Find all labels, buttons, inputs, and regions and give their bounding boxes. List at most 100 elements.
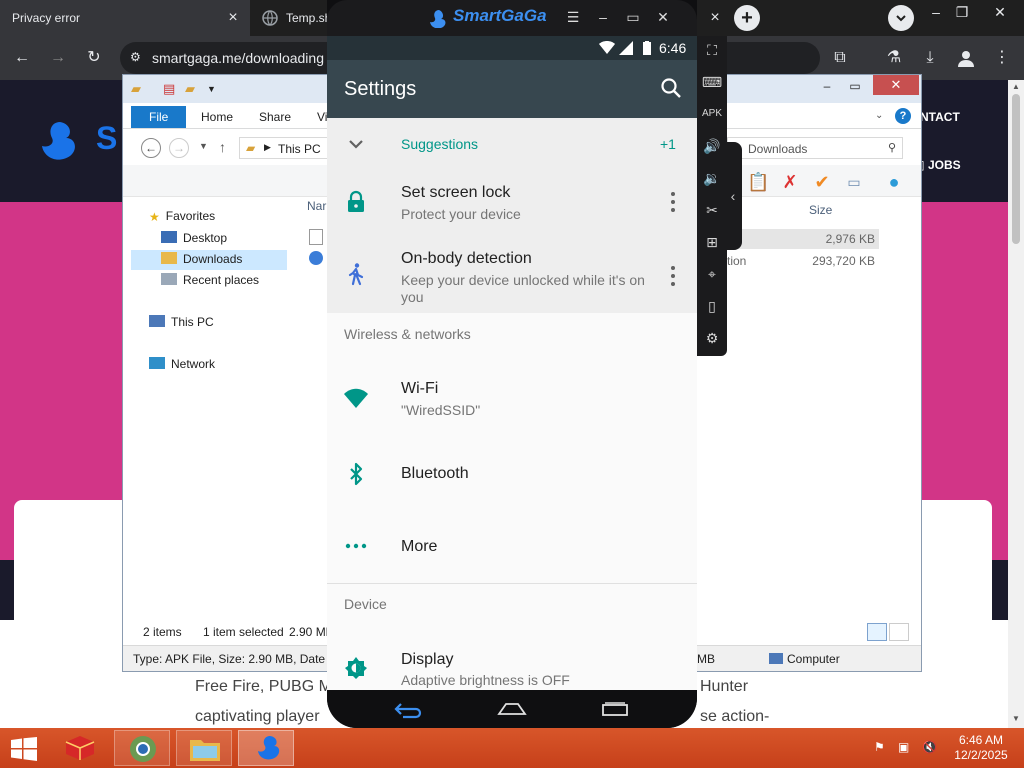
tab-temp-sh[interactable]: Temp.sh bbox=[252, 0, 332, 36]
tab-search-button[interactable] bbox=[888, 5, 914, 31]
network-tray-icon[interactable]: ▣ bbox=[898, 740, 909, 754]
scrollbar-thumb[interactable] bbox=[1012, 94, 1020, 244]
close-tab-icon[interactable]: × bbox=[224, 9, 242, 27]
settings-item-display[interactable]: Display Adaptive brightness is OFF bbox=[327, 630, 697, 690]
keyboard-icon[interactable]: ⌨ bbox=[700, 70, 724, 94]
explorer-minimize-button[interactable]: – bbox=[813, 77, 841, 97]
globe-icon[interactable]: ● bbox=[883, 171, 905, 193]
reload-button[interactable]: ↻ bbox=[82, 46, 106, 70]
settings-gear-icon[interactable]: ⚙ bbox=[700, 326, 724, 350]
swan-logo-icon bbox=[430, 10, 446, 28]
chevron-down-icon[interactable]: ▼ bbox=[207, 84, 216, 94]
hamburger-menu-icon[interactable]: ☰ bbox=[564, 8, 582, 26]
labs-icon[interactable]: ⚗ bbox=[882, 46, 906, 70]
recent-apps-icon[interactable] bbox=[600, 700, 630, 720]
explorer-close-button[interactable]: ✕ bbox=[873, 75, 919, 95]
start-button[interactable] bbox=[0, 730, 48, 766]
page-scrollbar[interactable]: ▲ ▼ bbox=[1008, 80, 1024, 728]
nav-this-pc[interactable]: This PC bbox=[149, 315, 214, 329]
site-logo-text: S bbox=[96, 120, 118, 156]
download-icon[interactable]: ⤓ bbox=[918, 46, 942, 70]
column-header-name[interactable]: Nar bbox=[307, 199, 326, 213]
recent-locations-chevron-icon[interactable]: ▼ bbox=[199, 141, 208, 151]
taskbar-app-smartgaga[interactable] bbox=[238, 730, 294, 766]
file-row[interactable]: 2,976 KB bbox=[723, 229, 879, 249]
shake-icon[interactable]: ▯ bbox=[700, 294, 724, 318]
properties-icon[interactable]: ▤ bbox=[163, 81, 175, 97]
settings-item-more[interactable]: More bbox=[327, 510, 697, 582]
new-tab-button[interactable]: + bbox=[734, 5, 760, 31]
toolbar-collapse-handle[interactable]: ‹ bbox=[724, 142, 742, 250]
forward-button[interactable]: → bbox=[46, 46, 70, 70]
search-icon[interactable] bbox=[659, 76, 683, 100]
back-icon[interactable] bbox=[393, 700, 423, 720]
more-vert-icon[interactable] bbox=[663, 264, 683, 288]
site-info-icon[interactable]: ⚙ bbox=[130, 50, 141, 64]
apk-install-icon[interactable]: APK bbox=[700, 102, 724, 126]
tab-privacy-error[interactable]: Privacy error × bbox=[0, 0, 250, 36]
scroll-up-arrow[interactable]: ▲ bbox=[1008, 80, 1024, 94]
up-arrow-icon[interactable]: ↑ bbox=[219, 139, 226, 155]
home-icon[interactable] bbox=[497, 700, 527, 720]
nav-desktop[interactable]: Desktop bbox=[161, 231, 227, 245]
screenshot-scissors-icon[interactable]: ✂ bbox=[700, 198, 724, 222]
item-title: On-body detection bbox=[401, 250, 532, 267]
nav-jobs-link[interactable]: ▯ JOBS bbox=[918, 158, 961, 172]
close-window-button[interactable]: ✕ bbox=[984, 0, 1016, 28]
delete-x-icon[interactable]: ✗ bbox=[779, 171, 801, 193]
explorer-maximize-button[interactable]: ▭ bbox=[841, 77, 869, 97]
browser-globe-icon bbox=[130, 736, 156, 762]
taskbar-app-explorer[interactable] bbox=[176, 730, 232, 766]
back-button[interactable]: ← bbox=[10, 46, 34, 70]
explorer-back-button[interactable]: ← bbox=[141, 138, 161, 158]
settings-item-bluetooth[interactable]: Bluetooth bbox=[327, 440, 697, 510]
explorer-search-input[interactable]: Downloads ⚲ bbox=[727, 137, 903, 159]
details-view-button[interactable] bbox=[867, 623, 887, 641]
emulator-maximize-button[interactable]: ▭ bbox=[624, 8, 642, 26]
chevron-down-icon[interactable]: ⌄ bbox=[875, 110, 883, 121]
nav-label: Recent places bbox=[183, 273, 260, 287]
taskbar-app-chrome[interactable] bbox=[114, 730, 170, 766]
scroll-down-arrow[interactable]: ▼ bbox=[1008, 712, 1024, 726]
emulator-minimize-button[interactable]: – bbox=[594, 8, 612, 26]
volume-muted-icon[interactable]: 🔇 bbox=[922, 740, 937, 754]
taskbar-app-box[interactable] bbox=[52, 730, 108, 766]
icons-view-button[interactable] bbox=[889, 623, 909, 641]
extensions-icon[interactable]: ⧉ bbox=[828, 46, 852, 70]
restore-window-button[interactable]: ❐ bbox=[946, 0, 978, 28]
fullscreen-icon[interactable]: ⛶ bbox=[700, 38, 724, 62]
nav-downloads[interactable]: Downloads bbox=[131, 250, 287, 270]
new-folder-icon[interactable]: ▰ bbox=[185, 81, 195, 97]
emulator-close-button[interactable]: ✕ bbox=[654, 8, 672, 26]
star-icon: ★ bbox=[149, 210, 160, 224]
profile-avatar[interactable] bbox=[954, 46, 978, 70]
settings-item-on-body-detection[interactable]: On-body detection Keep your device unloc… bbox=[327, 236, 697, 313]
ribbon-tab-file[interactable]: File bbox=[131, 106, 187, 128]
nav-network[interactable]: Network bbox=[149, 357, 215, 371]
file-size: 2,976 KB bbox=[825, 232, 875, 246]
file-row[interactable]: tion 293,720 KB bbox=[723, 251, 879, 271]
clipboard-icon[interactable]: 📋 bbox=[747, 171, 769, 193]
column-header-size[interactable]: Size bbox=[809, 203, 832, 217]
menu-kebab-icon[interactable]: ⋮ bbox=[990, 46, 1014, 70]
rename-icon[interactable]: ▭ bbox=[843, 171, 865, 193]
location-pin-icon[interactable]: ⌖ bbox=[700, 262, 724, 286]
volume-down-icon[interactable]: 🔉 bbox=[700, 166, 724, 190]
nav-recent-places[interactable]: Recent places bbox=[161, 273, 259, 287]
nav-favorites[interactable]: ★ Favorites bbox=[149, 209, 215, 224]
help-icon[interactable]: ? bbox=[895, 108, 911, 124]
settings-item-screen-lock[interactable]: Set screen lock Protect your device bbox=[327, 170, 697, 236]
settings-item-wifi[interactable]: Wi-Fi "WiredSSID" bbox=[327, 356, 697, 440]
more-vert-icon[interactable] bbox=[663, 190, 683, 214]
ribbon-tab-home[interactable]: Home bbox=[193, 106, 241, 128]
nav-contact-link[interactable]: NTACT bbox=[920, 110, 960, 124]
suggestions-header[interactable]: Suggestions +1 bbox=[327, 118, 697, 170]
ribbon-tab-share[interactable]: Share bbox=[251, 106, 299, 128]
action-center-flag-icon[interactable]: ⚑ bbox=[874, 740, 885, 754]
check-icon[interactable]: ✔ bbox=[811, 171, 833, 193]
taskbar-clock[interactable]: 6:46 AM 12/2/2025 bbox=[946, 733, 1016, 763]
volume-up-icon[interactable]: 🔊 bbox=[700, 134, 724, 158]
close-tab-icon[interactable]: × bbox=[706, 9, 724, 27]
explorer-forward-button[interactable]: → bbox=[169, 138, 189, 158]
multi-instance-icon[interactable]: ⊞ bbox=[700, 230, 724, 254]
